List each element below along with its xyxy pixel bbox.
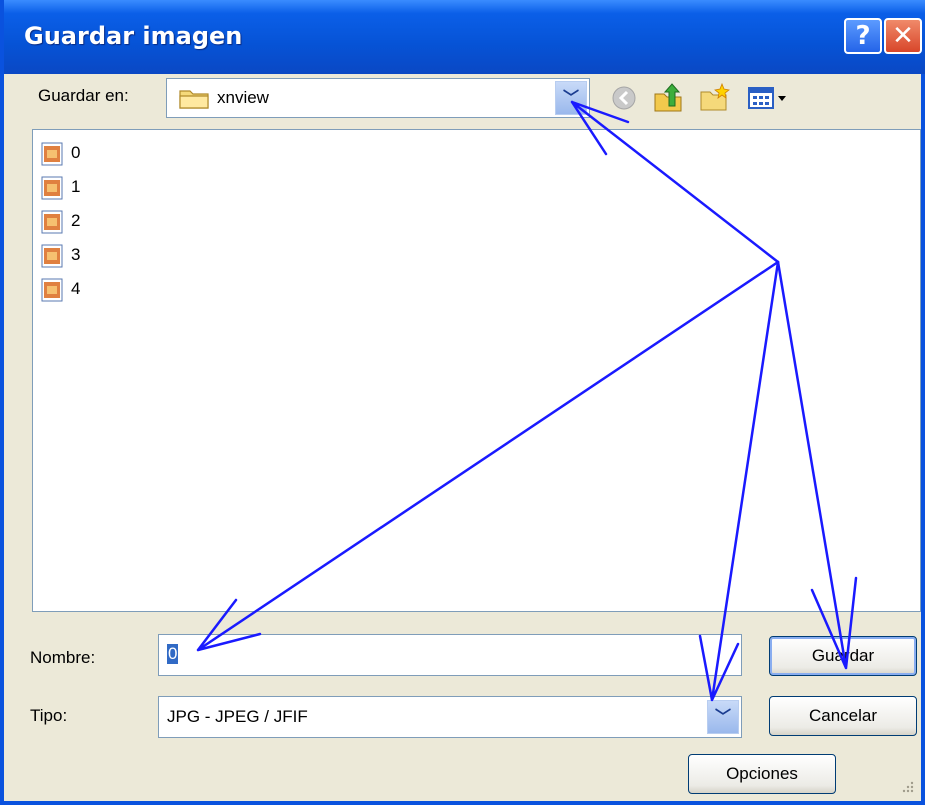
image-file-icon bbox=[41, 278, 63, 302]
list-item[interactable]: 4 bbox=[41, 276, 121, 304]
filename-label: Nombre: bbox=[30, 648, 96, 667]
filename-value: 0 bbox=[167, 644, 179, 664]
options-button-label: Opciones bbox=[726, 764, 798, 783]
file-name: 0 bbox=[71, 143, 81, 162]
file-list[interactable]: 0 1 2 3 4 bbox=[32, 129, 921, 612]
filetype-select[interactable]: JPG - JPEG / JFIF ﹀ bbox=[158, 696, 742, 738]
list-item[interactable]: 1 bbox=[41, 174, 121, 202]
close-button[interactable]: ✕ bbox=[884, 18, 922, 54]
file-name: 4 bbox=[71, 279, 81, 298]
file-name: 2 bbox=[71, 211, 81, 230]
save-button[interactable]: Guardar bbox=[769, 636, 917, 676]
view-menu-icon[interactable] bbox=[746, 82, 794, 114]
chevron-down-icon[interactable]: ﹀ bbox=[707, 700, 739, 734]
save-in-label: Guardar en: bbox=[38, 86, 129, 105]
filename-input[interactable]: 0 bbox=[158, 634, 742, 676]
new-folder-icon[interactable] bbox=[698, 82, 730, 114]
cancel-button-label: Cancelar bbox=[808, 706, 878, 725]
resize-grip-icon[interactable] bbox=[899, 779, 915, 795]
close-icon: ✕ bbox=[892, 21, 914, 51]
up-folder-icon[interactable] bbox=[652, 82, 684, 114]
back-icon[interactable] bbox=[608, 82, 640, 114]
list-item[interactable]: 0 bbox=[41, 140, 121, 168]
help-icon: ? bbox=[855, 21, 871, 51]
save-button-label: Guardar bbox=[811, 646, 875, 665]
help-button[interactable]: ? bbox=[844, 18, 882, 54]
filetype-label: Tipo: bbox=[30, 706, 68, 725]
list-item[interactable]: 3 bbox=[41, 242, 121, 270]
window-title: Guardar imagen bbox=[24, 22, 243, 50]
cancel-button[interactable]: Cancelar bbox=[769, 696, 917, 736]
filetype-value: JPG - JPEG / JFIF bbox=[167, 707, 308, 726]
image-file-icon bbox=[41, 210, 63, 234]
options-button[interactable]: Opciones bbox=[688, 754, 836, 794]
title-bar: Guardar imagen ? ✕ bbox=[4, 0, 925, 74]
image-file-icon bbox=[41, 142, 63, 166]
save-in-value: xnview bbox=[217, 88, 269, 107]
file-name: 1 bbox=[71, 177, 81, 196]
chevron-down-icon[interactable]: ﹀ bbox=[555, 81, 587, 115]
save-image-dialog: Guardar imagen ? ✕ Guardar en: xnview ﹀ … bbox=[0, 0, 925, 805]
folder-icon bbox=[179, 90, 209, 109]
save-in-combo[interactable]: xnview ﹀ bbox=[166, 78, 590, 118]
list-item[interactable]: 2 bbox=[41, 208, 121, 236]
image-file-icon bbox=[41, 176, 63, 200]
file-name: 3 bbox=[71, 245, 81, 264]
image-file-icon bbox=[41, 244, 63, 268]
